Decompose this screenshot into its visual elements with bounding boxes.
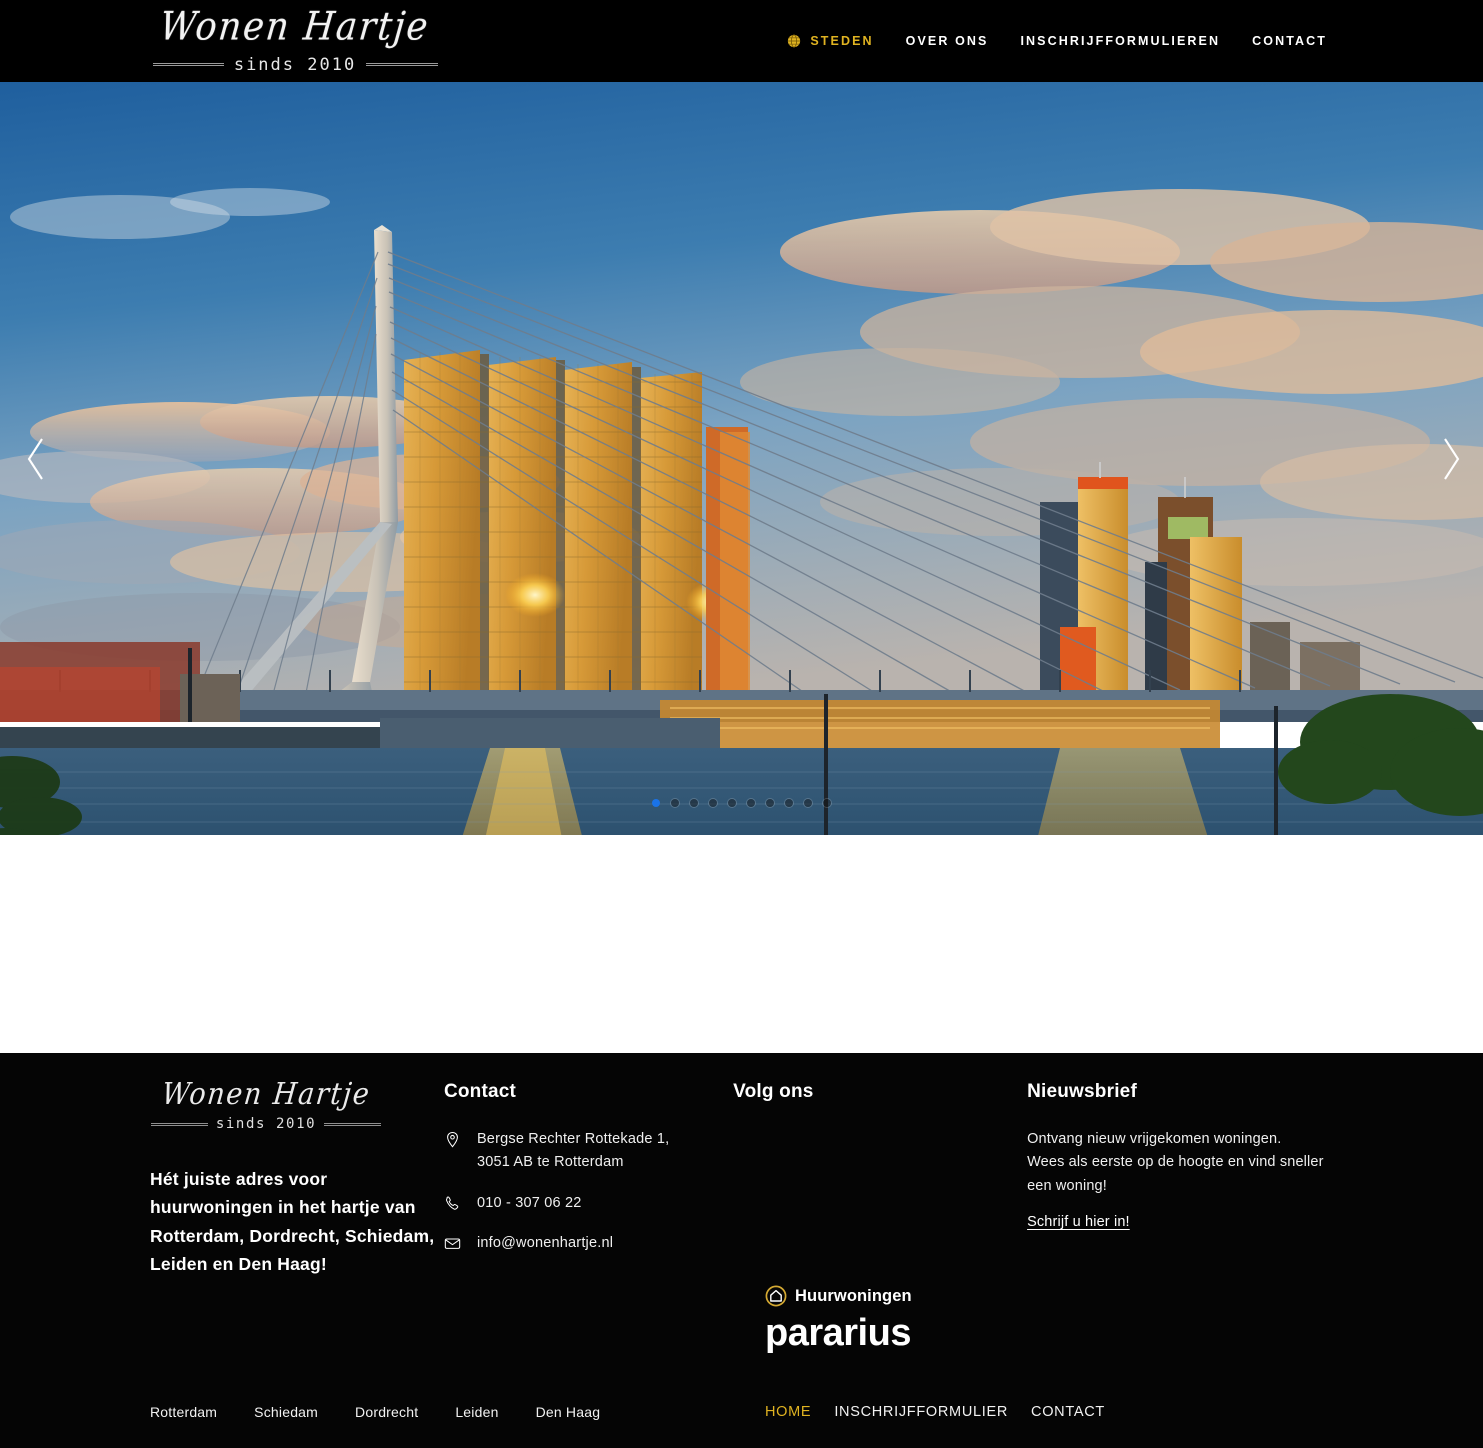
footer-follow-heading: Volg ons — [733, 1081, 814, 1102]
footer-brand-column: Wonen Hartje sinds 2010 Hét juiste adres… — [150, 1077, 444, 1278]
huurwoningen-label: Huurwoningen — [795, 1286, 912, 1305]
footer-logo-rule-right — [324, 1122, 382, 1126]
location-pin-icon — [444, 1131, 461, 1148]
city-link-rotterdam[interactable]: Rotterdam — [150, 1404, 254, 1420]
carousel-prev-button[interactable] — [14, 429, 58, 489]
footer-follow-column: Volg ons — [733, 1081, 1027, 1278]
footer-phone-row[interactable]: 010 - 307 06 22 — [444, 1192, 733, 1215]
chevron-right-icon — [1444, 437, 1460, 480]
nav-label: OVER ONS — [905, 34, 989, 48]
nav-item-contact[interactable]: CONTACT — [1236, 34, 1343, 48]
footer-city-links: Rotterdam Schiedam Dordrecht Leiden Den … — [150, 1404, 637, 1420]
footer-nav-home[interactable]: HOME — [765, 1404, 834, 1420]
content-spacer — [0, 835, 1483, 1053]
pararius-partner-badge[interactable]: Huurwoningen pararius — [765, 1285, 912, 1352]
envelope-icon — [444, 1235, 461, 1252]
footer-logo-wordmark: Wonen Hartje — [159, 1077, 373, 1112]
page-root: Wonen Hartje sinds 2010 STEDEN OVER ONS … — [0, 0, 1483, 1448]
carousel-dot[interactable] — [823, 799, 831, 807]
site-logo[interactable]: Wonen Hartje sinds 2010 — [150, 4, 440, 78]
footer-nav-inschrijfformulier[interactable]: INSCHRIJFFORMULIER — [834, 1404, 1031, 1420]
carousel-pagination — [0, 799, 1483, 807]
logo-rule-right — [366, 63, 438, 66]
hero-carousel[interactable] — [0, 82, 1483, 835]
footer-tagline: Hét juiste adres voor huurwoningen in he… — [150, 1169, 435, 1275]
nav-item-steden[interactable]: STEDEN — [771, 34, 889, 48]
carousel-dot[interactable] — [785, 799, 793, 807]
carousel-dot[interactable] — [747, 799, 755, 807]
footer-logo-tagline: sinds 2010 — [215, 1116, 317, 1132]
carousel-dot[interactable] — [766, 799, 774, 807]
chevron-left-icon — [27, 437, 43, 480]
carousel-dot[interactable] — [709, 799, 717, 807]
site-footer: Wonen Hartje sinds 2010 Hét juiste adres… — [0, 1053, 1483, 1448]
huurwoningen-row: Huurwoningen — [765, 1285, 912, 1307]
logo-rule-left — [152, 63, 224, 66]
logo-tagline: sinds 2010 — [233, 54, 357, 75]
nav-item-over-ons[interactable]: OVER ONS — [890, 34, 1005, 48]
main-navigation: STEDEN OVER ONS INSCHRIJFFORMULIEREN CON… — [771, 0, 1343, 82]
city-link-dordrecht[interactable]: Dordrecht — [355, 1404, 455, 1420]
footer-address-row: Bergse Rechter Rottekade 1, 3051 AB te R… — [444, 1128, 733, 1175]
nav-label: CONTACT — [1252, 34, 1327, 48]
footer-nav-contact[interactable]: CONTACT — [1031, 1404, 1128, 1420]
footer-email-row[interactable]: info@wonenhartje.nl — [444, 1232, 733, 1255]
newsletter-line-1: Ontvang nieuw vrijgekomen woningen. — [1027, 1131, 1282, 1147]
footer-newsletter-heading: Nieuwsbrief — [1027, 1081, 1137, 1102]
footer-newsletter-column: Nieuwsbrief Ontvang nieuw vrijgekomen wo… — [1027, 1081, 1340, 1278]
newsletter-line-2: Wees als eerste op de hoogte en vind sne… — [1027, 1154, 1324, 1171]
footer-newsletter-body: Ontvang nieuw vrijgekomen woningen. Wees… — [1027, 1128, 1340, 1198]
house-circle-icon — [765, 1285, 787, 1307]
footer-columns: Wonen Hartje sinds 2010 Hét juiste adres… — [150, 1077, 1340, 1278]
nav-label: INSCHRIJFFORMULIEREN — [1020, 34, 1221, 48]
phone-icon — [444, 1195, 461, 1212]
site-header: Wonen Hartje sinds 2010 STEDEN OVER ONS … — [0, 0, 1483, 82]
footer-phone-text: 010 - 307 06 22 — [476, 1194, 582, 1211]
footer-address-text: Bergse Rechter Rottekade 1, 3051 AB te R… — [477, 1128, 669, 1175]
nav-item-inschrijfformulieren[interactable]: INSCHRIJFFORMULIEREN — [1004, 34, 1236, 48]
city-link-schiedam[interactable]: Schiedam — [254, 1404, 355, 1420]
footer-logo[interactable]: Wonen Hartje sinds 2010 — [150, 1077, 382, 1132]
logo-tagline-row: sinds 2010 — [152, 54, 438, 75]
footer-logo-rule-left — [151, 1122, 208, 1126]
footer-email-text: info@wonenhartje.nl — [476, 1235, 614, 1252]
newsletter-line-3: een woning! — [1027, 1177, 1107, 1194]
carousel-next-button[interactable] — [1429, 429, 1473, 489]
newsletter-signup-link[interactable]: Schrijf u hier in! — [1027, 1214, 1130, 1230]
city-link-den-haag[interactable]: Den Haag — [536, 1404, 638, 1420]
footer-logo-tagline-row: sinds 2010 — [151, 1116, 382, 1132]
pararius-wordmark: pararius — [765, 1312, 911, 1354]
hero-image-rotterdam — [0, 82, 1483, 835]
carousel-dot[interactable] — [728, 799, 736, 807]
carousel-dot[interactable] — [652, 799, 660, 807]
carousel-dot[interactable] — [804, 799, 812, 807]
logo-wordmark: Wonen Hartje — [158, 4, 433, 49]
carousel-dot[interactable] — [671, 799, 679, 807]
carousel-dot[interactable] — [690, 799, 698, 807]
footer-bottom-navigation: HOME INSCHRIJFFORMULIER CONTACT — [765, 1404, 1128, 1420]
address-line-1: Bergse Rechter Rottekade 1, — [476, 1131, 670, 1147]
globe-icon — [787, 34, 801, 48]
city-link-leiden[interactable]: Leiden — [455, 1404, 535, 1420]
footer-bottom-bar: Rotterdam Schiedam Dordrecht Leiden Den … — [0, 1392, 1483, 1448]
footer-contact-column: Contact Bergse Rechter Rottekade 1, 3051… — [444, 1081, 733, 1278]
nav-label: STEDEN — [810, 34, 874, 48]
footer-contact-heading: Contact — [443, 1081, 517, 1102]
address-line-2: 3051 AB te Rotterdam — [476, 1154, 624, 1171]
